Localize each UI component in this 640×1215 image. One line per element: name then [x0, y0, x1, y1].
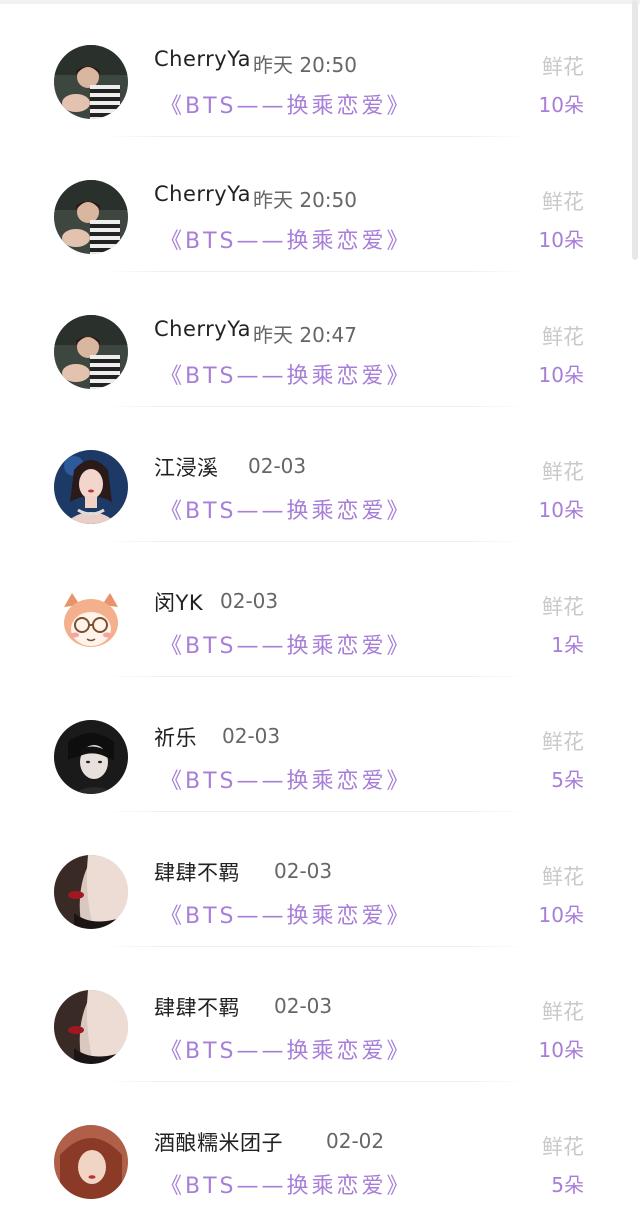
avatar[interactable]: [54, 720, 128, 794]
gift-type: 鲜花: [542, 55, 584, 79]
gift-count: 1朵: [551, 633, 584, 657]
timestamp: 02-03: [274, 994, 333, 1018]
timestamp: 02-03: [248, 454, 307, 478]
gift-count: 10朵: [538, 363, 584, 387]
gift-count: 10朵: [538, 228, 584, 252]
scrollbar[interactable]: [632, 0, 638, 260]
book-title[interactable]: 《BTS——换乘恋爱》: [160, 763, 412, 795]
avatar-stripes-image: [54, 180, 128, 254]
gift-count: 10朵: [538, 93, 584, 117]
user-name[interactable]: 闵YK: [154, 587, 203, 617]
user-name[interactable]: 江浸溪: [154, 452, 219, 482]
avatar-lips-image: [54, 990, 128, 1064]
avatar[interactable]: [54, 990, 128, 1064]
list-item[interactable]: 祈乐 02-03 《BTS——换乘恋爱》 鲜花 5朵: [0, 675, 640, 812]
book-title[interactable]: 《BTS——换乘恋爱》: [160, 88, 412, 120]
gift-count: 10朵: [538, 903, 584, 927]
avatar[interactable]: [54, 585, 128, 659]
gift-count: 5朵: [551, 1173, 584, 1197]
book-title[interactable]: 《BTS——换乘恋爱》: [160, 1168, 412, 1200]
timestamp: 02-03: [220, 589, 279, 613]
avatar-cartoon-image: [54, 585, 128, 659]
gift-count: 10朵: [538, 1038, 584, 1062]
avatar[interactable]: [54, 180, 128, 254]
user-name[interactable]: CherryYa: [154, 47, 251, 71]
gift-type: 鲜花: [542, 1000, 584, 1024]
avatar-woman-image: [54, 450, 128, 524]
avatar[interactable]: [54, 315, 128, 389]
list-item[interactable]: 肆肆不羁 02-03 《BTS——换乘恋爱》 鲜花 10朵: [0, 945, 640, 1082]
avatar[interactable]: [54, 450, 128, 524]
list-item[interactable]: 肆肆不羁 02-03 《BTS——换乘恋爱》 鲜花 10朵: [0, 810, 640, 947]
book-title[interactable]: 《BTS——换乘恋爱》: [160, 493, 412, 525]
gift-count: 5朵: [551, 768, 584, 792]
user-name[interactable]: 祈乐: [154, 722, 197, 752]
list-item[interactable]: CherryYa 昨天 20:50 《BTS——换乘恋爱》 鲜花 10朵: [0, 0, 640, 137]
list-item[interactable]: CherryYa 昨天 20:50 《BTS——换乘恋爱》 鲜花 10朵: [0, 135, 640, 272]
gift-type: 鲜花: [542, 1135, 584, 1159]
list-item[interactable]: 江浸溪 02-03 《BTS——换乘恋爱》 鲜花 10朵: [0, 405, 640, 542]
timestamp: 昨天 20:50: [253, 53, 357, 77]
flower-gift-list: CherryYa 昨天 20:50 《BTS——换乘恋爱》 鲜花 10朵 Che…: [0, 0, 640, 1215]
timestamp: 02-03: [274, 859, 333, 883]
gift-type: 鲜花: [542, 325, 584, 349]
avatar-lips-image: [54, 855, 128, 929]
gift-type: 鲜花: [542, 730, 584, 754]
avatar[interactable]: [54, 855, 128, 929]
user-name[interactable]: 肆肆不羁: [154, 857, 240, 887]
book-title[interactable]: 《BTS——换乘恋爱》: [160, 358, 412, 390]
timestamp: 02-02: [326, 1129, 385, 1153]
user-name[interactable]: CherryYa: [154, 182, 251, 206]
book-title[interactable]: 《BTS——换乘恋爱》: [160, 898, 412, 930]
avatar-dark-image: [54, 720, 128, 794]
list-item[interactable]: CherryYa 昨天 20:47 《BTS——换乘恋爱》 鲜花 10朵: [0, 270, 640, 407]
gift-type: 鲜花: [542, 190, 584, 214]
list-item[interactable]: 闵YK 02-03 《BTS——换乘恋爱》 鲜花 1朵: [0, 540, 640, 677]
avatar-stripes-image: [54, 315, 128, 389]
gift-count: 10朵: [538, 498, 584, 522]
avatar-redhair-image: [54, 1125, 128, 1199]
book-title[interactable]: 《BTS——换乘恋爱》: [160, 1033, 412, 1065]
timestamp: 昨天 20:50: [253, 188, 357, 212]
timestamp: 昨天 20:47: [253, 323, 357, 347]
user-name[interactable]: CherryYa: [154, 317, 251, 341]
avatar[interactable]: [54, 45, 128, 119]
user-name[interactable]: 肆肆不羁: [154, 992, 240, 1022]
gift-type: 鲜花: [542, 460, 584, 484]
avatar[interactable]: [54, 1125, 128, 1199]
book-title[interactable]: 《BTS——换乘恋爱》: [160, 223, 412, 255]
book-title[interactable]: 《BTS——换乘恋爱》: [160, 628, 412, 660]
list-item[interactable]: 酒酿糯米团子 02-02 《BTS——换乘恋爱》 鲜花 5朵: [0, 1080, 640, 1215]
gift-type: 鲜花: [542, 865, 584, 889]
gift-type: 鲜花: [542, 595, 584, 619]
avatar-stripes-image: [54, 45, 128, 119]
timestamp: 02-03: [222, 724, 281, 748]
user-name[interactable]: 酒酿糯米团子: [154, 1127, 283, 1157]
